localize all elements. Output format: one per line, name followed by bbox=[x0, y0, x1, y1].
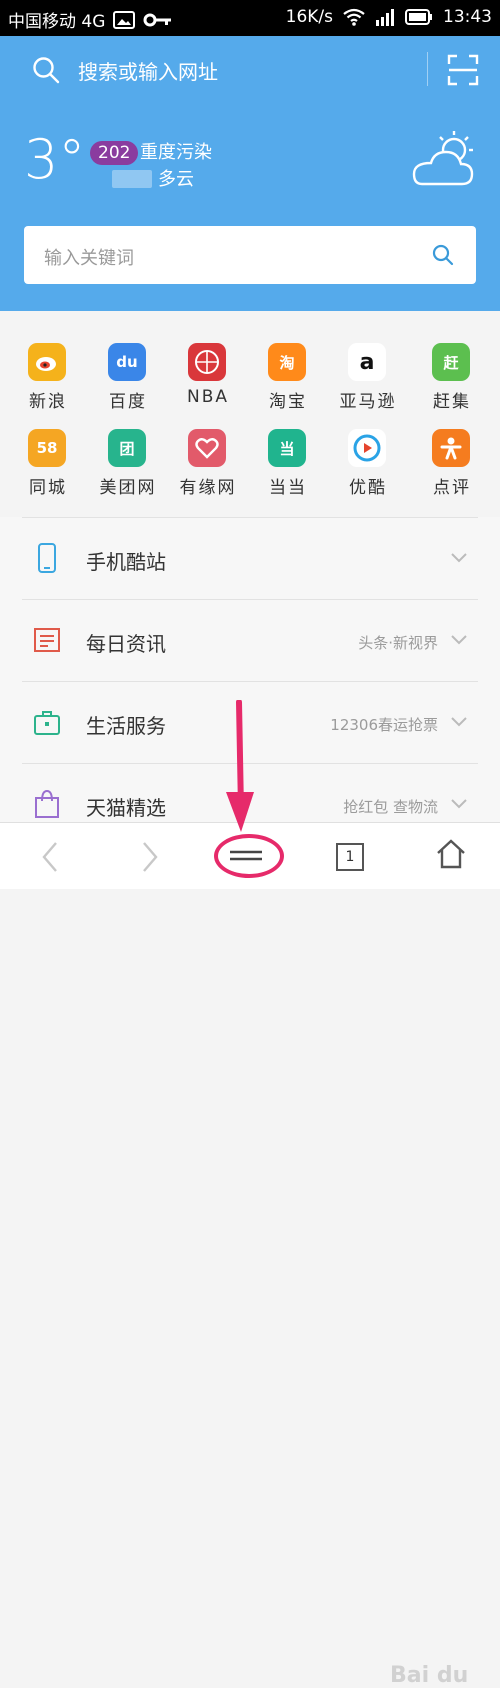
url-search-placeholder: 搜索或输入网址 bbox=[78, 60, 218, 84]
site-label: 美团网 bbox=[99, 478, 157, 498]
search-icon bbox=[33, 57, 60, 84]
dangdang-icon: 当 bbox=[268, 429, 306, 467]
list-item-mobile-sites[interactable]: 手机酷站 bbox=[22, 517, 478, 600]
list-item-subtitle: 抢红包 查物流 bbox=[343, 798, 438, 816]
wifi-icon bbox=[343, 8, 365, 26]
list-item-subtitle: 头条·新视界 bbox=[358, 634, 438, 652]
tabs-button[interactable]: 1 bbox=[336, 843, 364, 871]
list-item-subtitle: 12306春运抢票 bbox=[330, 716, 438, 734]
meituan-icon-text: 团 bbox=[119, 439, 135, 458]
site-tile-ganji[interactable]: 赶 赶集 bbox=[412, 311, 492, 412]
list-item-daily-news[interactable]: 每日资讯 头条·新视界 bbox=[22, 599, 478, 682]
forward-arrow-icon[interactable] bbox=[140, 841, 160, 873]
list-item-title: 天猫精选 bbox=[86, 796, 166, 820]
site-label: 点评 bbox=[433, 478, 471, 498]
taobao-icon-text: 淘 bbox=[279, 353, 295, 372]
clock: 13:43 bbox=[443, 7, 492, 27]
aqi-label: 重度污染 bbox=[140, 142, 212, 163]
home-icon[interactable] bbox=[436, 839, 466, 869]
url-search-bar[interactable]: 搜索或输入网址 bbox=[0, 36, 500, 102]
watermark: Bai du bbox=[390, 1663, 469, 1688]
red-circle-annotation bbox=[214, 834, 284, 878]
site-tile-taobao[interactable]: 淘 淘宝 bbox=[248, 311, 328, 412]
list-item-title: 生活服务 bbox=[86, 714, 166, 738]
58-icon-text: 58 bbox=[36, 439, 58, 457]
amazon-icon-text: a bbox=[359, 349, 375, 375]
58-icon: 58 bbox=[28, 429, 66, 467]
site-tile-amazon[interactable]: a 亚马逊 bbox=[328, 311, 408, 412]
heart-icon bbox=[188, 429, 226, 467]
site-tile-youku[interactable]: 优酷 bbox=[328, 397, 408, 498]
chevron-down-icon bbox=[451, 799, 467, 809]
site-tile-meituan[interactable]: 团 美团网 bbox=[88, 397, 168, 498]
phone-icon bbox=[38, 543, 56, 573]
site-label: 有缘网 bbox=[179, 478, 237, 498]
chevron-down-icon bbox=[451, 553, 467, 563]
baidu-icon: du bbox=[108, 343, 146, 381]
briefcase-icon bbox=[34, 711, 60, 735]
network-speed: 16K/s bbox=[285, 7, 333, 27]
ganji-icon-text: 赶 bbox=[443, 353, 459, 372]
keyword-search-box[interactable]: 输入关键词 bbox=[24, 226, 476, 284]
keyword-search-placeholder: 输入关键词 bbox=[44, 248, 134, 269]
temperature: 3° bbox=[24, 128, 86, 191]
site-tile-youyuan[interactable]: 有缘网 bbox=[168, 397, 248, 498]
ganji-icon: 赶 bbox=[432, 343, 470, 381]
chevron-down-icon bbox=[451, 635, 467, 645]
search-divider bbox=[427, 52, 428, 86]
image-icon bbox=[113, 10, 136, 29]
carrier-label: 中国移动 4G bbox=[8, 12, 106, 32]
site-label: 当当 bbox=[269, 478, 307, 498]
basketball-icon bbox=[188, 343, 226, 381]
list-item-title: 每日资讯 bbox=[86, 632, 166, 656]
meituan-icon: 团 bbox=[108, 429, 146, 467]
site-tile-nba[interactable]: NBA bbox=[168, 311, 248, 407]
status-bar: 中国移动 4G 16K/s 13:43 bbox=[0, 0, 500, 36]
site-tile-58[interactable]: 58 同城 bbox=[8, 397, 88, 498]
cloudy-weather-icon bbox=[412, 131, 474, 186]
weather-condition: 多云 bbox=[158, 169, 194, 190]
aqi-badge: 202 bbox=[90, 141, 139, 165]
site-label: 同城 bbox=[29, 478, 67, 498]
header-panel: 搜索或输入网址 3° 202 重度污染 多云 输入关键词 bbox=[0, 36, 500, 311]
scan-icon[interactable] bbox=[447, 54, 479, 86]
site-tile-dangdang[interactable]: 当 当当 bbox=[248, 397, 328, 498]
site-label: 优酷 bbox=[349, 478, 387, 498]
battery-icon bbox=[405, 9, 432, 25]
dangdang-icon-text: 当 bbox=[279, 439, 295, 458]
site-tile-sina[interactable]: 新浪 bbox=[8, 311, 88, 412]
sina-weibo-icon bbox=[28, 343, 66, 381]
search-icon[interactable] bbox=[432, 244, 454, 266]
news-icon bbox=[34, 628, 60, 652]
amazon-icon: a bbox=[348, 343, 386, 381]
youku-icon bbox=[348, 429, 386, 467]
dianping-icon bbox=[432, 429, 470, 467]
quick-sites-grid: 新浪 du 百度 NBA 淘 淘宝 a 亚马逊 赶 赶集 58 同城 团 美团网… bbox=[0, 311, 500, 517]
signal-icon bbox=[376, 9, 394, 26]
list-item-title: 手机酷站 bbox=[86, 550, 166, 574]
red-arrow-annotation bbox=[226, 700, 254, 832]
back-arrow-icon[interactable] bbox=[40, 841, 60, 873]
taobao-icon: 淘 bbox=[268, 343, 306, 381]
site-tile-dianping[interactable]: 点评 bbox=[412, 397, 492, 498]
baidu-icon-text: du bbox=[116, 353, 138, 371]
key-icon bbox=[143, 13, 172, 26]
chevron-down-icon bbox=[451, 717, 467, 727]
city-name-mask bbox=[112, 170, 152, 188]
site-tile-baidu[interactable]: du 百度 bbox=[88, 311, 168, 412]
shopping-bag-icon bbox=[35, 789, 59, 818]
